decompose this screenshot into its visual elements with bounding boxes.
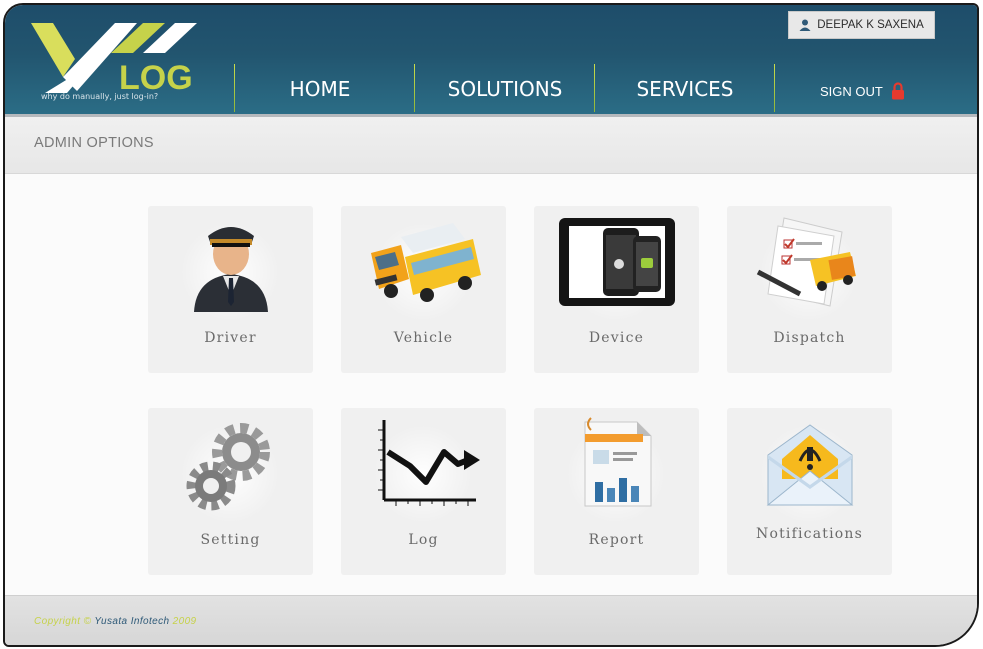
tile-report[interactable]: Report: [534, 408, 699, 575]
tile-notifications[interactable]: Notifications: [727, 408, 892, 575]
tile-label: Notifications: [756, 526, 863, 542]
tile-setting[interactable]: Setting: [148, 408, 313, 575]
nav-divider: [774, 64, 775, 112]
user-name: DEEPAK K SAXENA: [817, 19, 924, 31]
sign-out-label: SIGN OUT: [820, 83, 883, 99]
chart-icon: [341, 408, 506, 520]
copyright: Copyright © Yusata Infotech 2009: [34, 616, 197, 627]
nav-divider: [414, 64, 415, 112]
page-title: ADMIN OPTIONS: [34, 135, 154, 151]
user-icon: [799, 19, 811, 31]
vehicle-icon: [341, 206, 506, 318]
tile-label: Setting: [200, 532, 261, 548]
footer: Copyright © Yusata Infotech 2009: [5, 595, 977, 645]
tile-vehicle[interactable]: Vehicle: [341, 206, 506, 373]
lock-icon: [891, 82, 904, 100]
tile-label: Driver: [204, 330, 257, 346]
dispatch-icon: [727, 206, 892, 318]
tile-dispatch[interactable]: Dispatch: [727, 206, 892, 373]
admin-options-grid: Driver Vehicle Device Dispatch Setting L…: [5, 174, 977, 595]
tile-driver[interactable]: Driver: [148, 206, 313, 373]
header: LOG why do manually, just log-in? HOME S…: [5, 5, 977, 117]
tile-label: Device: [588, 330, 645, 346]
nav-home[interactable]: HOME: [285, 77, 355, 107]
gears-icon: [148, 408, 313, 520]
device-icon: [534, 206, 699, 318]
report-icon: [534, 408, 699, 520]
driver-icon: [148, 206, 313, 318]
user-badge[interactable]: DEEPAK K SAXENA: [788, 11, 935, 39]
app-window: LOG why do manually, just log-in? HOME S…: [3, 3, 979, 647]
copyright-prefix: Copyright ©: [34, 616, 92, 627]
tile-label: Vehicle: [393, 330, 454, 346]
sign-out-link[interactable]: SIGN OUT: [820, 82, 905, 100]
tile-label: Dispatch: [773, 330, 846, 346]
copyright-year: 2009: [172, 616, 197, 627]
nav-divider: [234, 64, 235, 112]
tile-label: Report: [588, 532, 645, 548]
nav-divider: [594, 64, 595, 112]
tile-device[interactable]: Device: [534, 206, 699, 373]
tile-log[interactable]: Log: [341, 408, 506, 575]
nav-services[interactable]: SERVICES: [625, 77, 745, 107]
envelope-icon: [727, 408, 892, 520]
admin-options-bar: ADMIN OPTIONS: [5, 117, 977, 174]
tagline: why do manually, just log-in?: [41, 92, 159, 101]
nav-solutions[interactable]: SOLUTIONS: [435, 77, 575, 107]
tile-label: Log: [408, 532, 439, 548]
company-name: Yusata Infotech: [94, 616, 170, 627]
